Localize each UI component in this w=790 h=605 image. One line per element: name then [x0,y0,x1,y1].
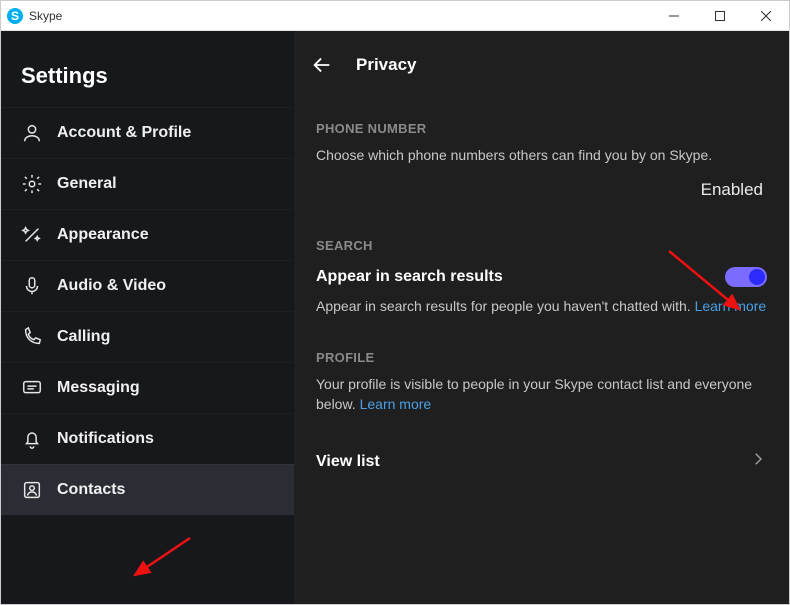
appear-in-search-label: Appear in search results [316,268,503,286]
main-header: Privacy [294,31,789,87]
profile-section-label: PROFILE [316,350,767,365]
sidebar-item-label: Messaging [57,379,140,397]
sidebar-item-contacts[interactable]: Contacts [1,464,294,515]
phone-icon [21,326,43,348]
phone-number-desc: Choose which phone numbers others can fi… [316,146,767,166]
sidebar-item-calling[interactable]: Calling [1,311,294,362]
phone-number-section-label: PHONE NUMBER [316,121,767,136]
maximize-button[interactable] [697,1,743,30]
appear-in-search-row: Appear in search results [316,267,767,287]
main-panel: Privacy PHONE NUMBER Choose which phone … [294,31,789,604]
view-list-row[interactable]: View list [316,440,767,483]
sidebar-item-notifications[interactable]: Notifications [1,413,294,464]
search-learn-more-link[interactable]: Learn more [695,298,767,314]
sidebar-item-messaging[interactable]: Messaging [1,362,294,413]
window-title: Skype [29,9,62,23]
phone-number-status[interactable]: Enabled [316,180,767,200]
contacts-icon [21,479,43,501]
gear-icon [21,173,43,195]
sidebar-item-audio-video[interactable]: Audio & Video [1,260,294,311]
profile-learn-more-link[interactable]: Learn more [360,396,432,412]
message-icon [21,377,43,399]
profile-desc: Your profile is visible to people in you… [316,375,767,414]
sidebar-item-label: Audio & Video [57,277,166,295]
sidebar-item-label: Appearance [57,226,149,244]
view-list-label: View list [316,453,380,471]
window-controls [651,1,789,30]
appear-in-search-desc: Appear in search results for people you … [316,297,767,317]
sidebar-item-label: Calling [57,328,110,346]
appear-in-search-toggle[interactable] [725,267,767,287]
person-icon [21,122,43,144]
back-button[interactable] [310,53,334,77]
search-desc-text: Appear in search results for people you … [316,298,695,314]
skype-logo-icon: S [7,8,23,24]
mic-icon [21,275,43,297]
search-section-label: SEARCH [316,238,767,253]
sidebar-item-label: Notifications [57,430,154,448]
sidebar-item-label: Contacts [57,481,125,499]
settings-heading: Settings [1,37,294,107]
chevron-right-icon [749,450,767,473]
sidebar-item-label: Account & Profile [57,124,191,142]
minimize-button[interactable] [651,1,697,30]
sidebar-item-general[interactable]: General [1,158,294,209]
settings-sidebar: Settings Account & Profile General Appea… [1,31,294,604]
page-title: Privacy [356,55,417,75]
sidebar-item-label: General [57,175,117,193]
titlebar: S Skype [1,1,789,31]
wand-icon [21,224,43,246]
bell-icon [21,428,43,450]
content-area: PHONE NUMBER Choose which phone numbers … [294,87,789,483]
sidebar-item-account-profile[interactable]: Account & Profile [1,107,294,158]
close-button[interactable] [743,1,789,30]
toggle-knob-icon [749,269,765,285]
app-body: Settings Account & Profile General Appea… [1,31,789,604]
sidebar-item-appearance[interactable]: Appearance [1,209,294,260]
